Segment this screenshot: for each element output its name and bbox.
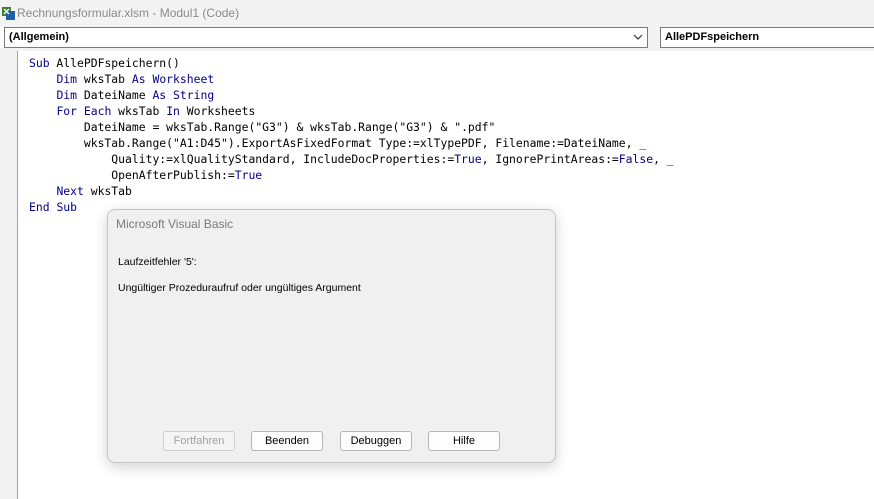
chevron-down-icon[interactable] (633, 33, 643, 41)
title-bar: Rechnungsformular.xlsm - Modul1 (Code) (0, 0, 874, 27)
code-keyword: For (56, 104, 78, 118)
code-keyword: As (131, 72, 146, 86)
code-editor[interactable]: Sub AllePDFspeichern() Dim wksTab As Wor… (29, 55, 674, 215)
margin-divider (17, 51, 18, 499)
debug-button[interactable]: Debuggen (340, 431, 412, 451)
object-dropdown[interactable]: (Allgemein) (4, 27, 648, 48)
error-code-label: Laufzeitfehler '5': (118, 256, 197, 268)
help-button[interactable]: Hilfe (428, 431, 500, 451)
object-dropdown-value: (Allgemein) (9, 31, 69, 43)
dialog-title: Microsoft Visual Basic (116, 217, 234, 231)
error-message-label: Ungültiger Prozeduraufruf oder ungültige… (118, 282, 361, 294)
code-keyword: False (618, 152, 654, 166)
runtime-error-dialog: Microsoft Visual Basic Laufzeitfehler '5… (107, 209, 556, 463)
code-keyword: True (454, 152, 482, 166)
code-keyword: True (234, 168, 263, 182)
code-line[interactable]: Quality:=xlQualityStandard, IncludeDocPr… (29, 151, 673, 167)
code-keyword: Worksheet (152, 72, 215, 86)
code-line[interactable]: For Each wksTab In Worksheets (29, 103, 674, 119)
code-keyword: In (166, 104, 180, 118)
code-line[interactable]: Dim DateiName As String (29, 87, 674, 103)
toolbar-separator (0, 48, 874, 51)
code-line[interactable]: wksTab.Range("A1:D45").ExportAsFixedForm… (29, 135, 674, 151)
code-keyword: End (29, 200, 50, 214)
code-keyword: Sub (56, 200, 78, 214)
combo-gap (648, 27, 660, 48)
vba-project-icon (2, 7, 15, 20)
code-line[interactable]: DateiName = wksTab.Range("G3") & wksTab.… (29, 119, 674, 135)
code-keyword: Sub (29, 56, 50, 70)
code-line[interactable]: Sub AllePDFspeichern() (29, 55, 674, 71)
code-keyword: Each (83, 104, 112, 118)
code-line[interactable]: OpenAfterPublish:=True (29, 167, 674, 183)
code-keyword: As (152, 88, 167, 102)
code-margin[interactable] (0, 51, 17, 499)
end-button[interactable]: Beenden (251, 431, 323, 451)
continue-button[interactable]: Fortfahren (163, 431, 235, 451)
window-title: Rechnungsformular.xlsm - Modul1 (Code) (17, 6, 240, 20)
code-keyword: String (173, 88, 215, 102)
code-keyword: Dim (56, 88, 78, 102)
procedure-dropdown[interactable]: AllePDFspeichern (660, 27, 874, 48)
procedure-dropdown-value: AllePDFspeichern (665, 31, 760, 43)
code-keyword: Next (56, 184, 84, 198)
code-line[interactable]: Dim wksTab As Worksheet (29, 71, 674, 87)
code-keyword: Dim (56, 72, 78, 86)
code-line[interactable]: Next wksTab (29, 183, 674, 199)
